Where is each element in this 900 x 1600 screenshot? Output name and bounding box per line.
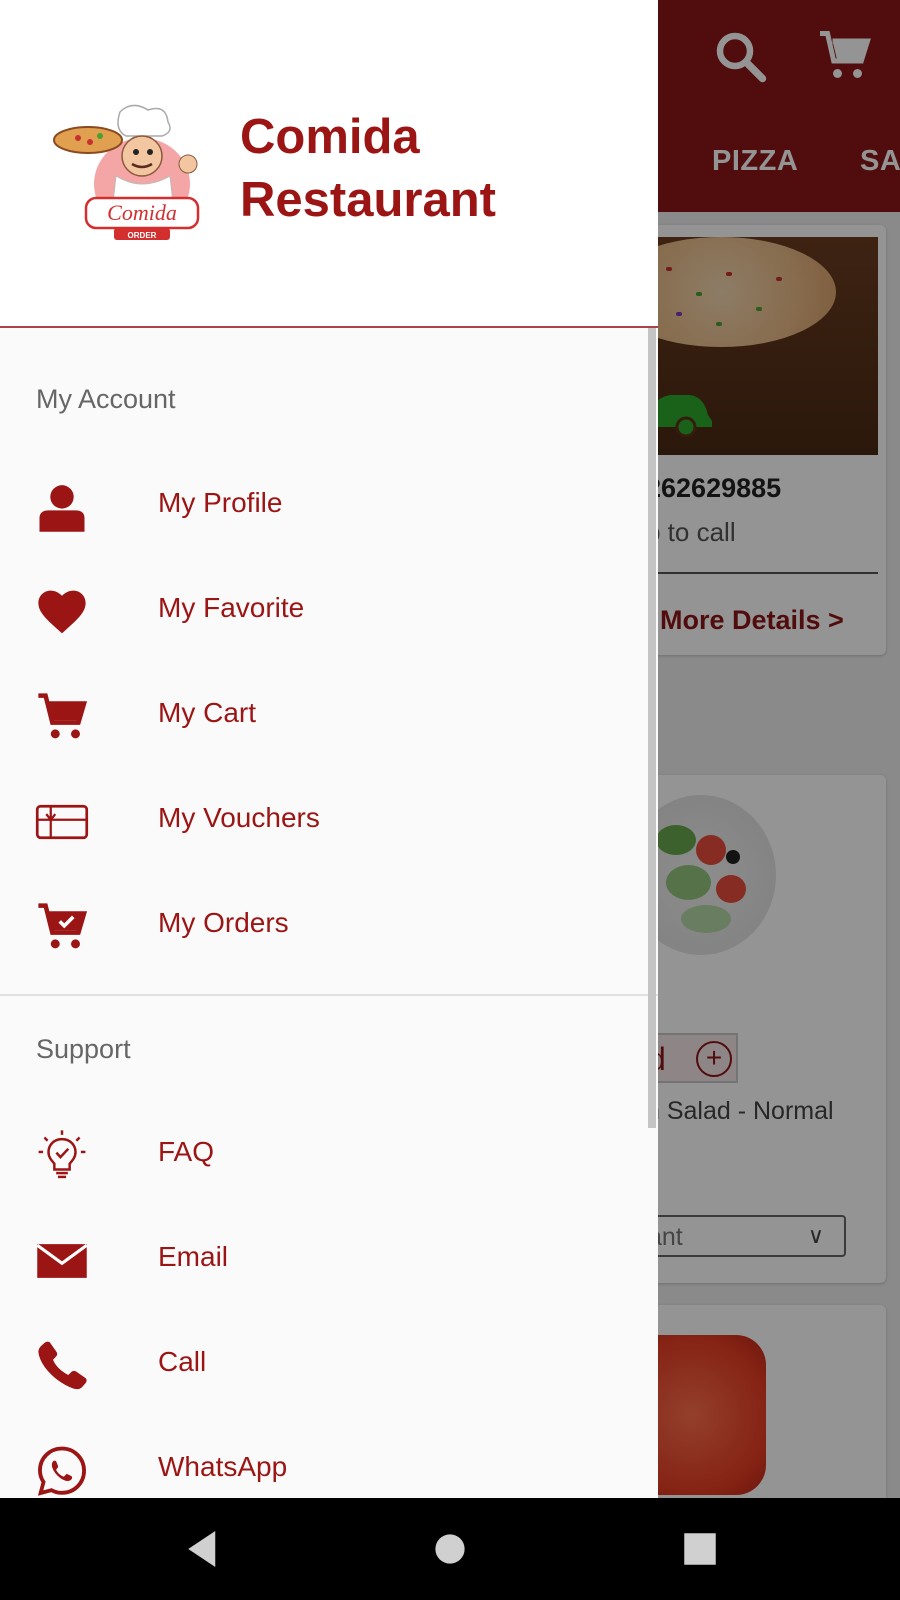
menu-item-label: FAQ bbox=[158, 1136, 215, 1167]
back-icon[interactable] bbox=[174, 1522, 234, 1576]
orders-icon bbox=[35, 900, 89, 954]
menu-item-label: My Vouchers bbox=[158, 802, 320, 833]
menu-item-whatsapp[interactable]: WhatsApp bbox=[0, 1422, 648, 1498]
voucher-icon bbox=[35, 795, 89, 849]
profile-icon bbox=[35, 480, 89, 534]
menu-item-my-orders[interactable]: My Orders bbox=[0, 878, 648, 974]
phone-icon bbox=[35, 1339, 89, 1393]
menu-item-label: My Orders bbox=[158, 907, 289, 938]
menu-item-my-favorite[interactable]: My Favorite bbox=[0, 563, 648, 659]
menu-item-label: My Favorite bbox=[158, 592, 305, 623]
drawer-scrollbar[interactable] bbox=[648, 328, 656, 1128]
menu-item-my-profile[interactable]: My Profile bbox=[0, 458, 648, 554]
my-account-section-label: My Account bbox=[36, 384, 176, 414]
lightbulb-icon bbox=[35, 1129, 89, 1183]
drawer-header: Comida ORDER Comida Restaurant bbox=[0, 0, 658, 328]
menu-item-email[interactable]: Email bbox=[0, 1212, 648, 1308]
heart-icon bbox=[35, 585, 89, 639]
email-icon bbox=[35, 1234, 89, 1288]
logo-text: Comida bbox=[107, 200, 177, 225]
restaurant-name: Comida Restaurant bbox=[240, 106, 496, 232]
restaurant-name-line1: Comida bbox=[240, 110, 420, 164]
home-icon[interactable] bbox=[420, 1522, 480, 1576]
whatsapp-icon bbox=[35, 1444, 89, 1498]
menu-item-label: My Cart bbox=[158, 697, 256, 728]
navigation-drawer: Comida ORDER Comida Restaurant My Accoun… bbox=[0, 0, 658, 1498]
menu-item-my-vouchers[interactable]: My Vouchers bbox=[0, 773, 648, 869]
system-navigation-bar bbox=[0, 1498, 900, 1600]
menu-item-label: Email bbox=[158, 1241, 229, 1272]
menu-item-label: WhatsApp bbox=[158, 1451, 288, 1482]
menu-item-my-cart[interactable]: My Cart bbox=[0, 668, 648, 764]
support-section-label: Support bbox=[36, 1034, 131, 1064]
menu-item-label: Call bbox=[158, 1346, 207, 1377]
cart-icon bbox=[35, 690, 89, 744]
restaurant-name-line2: Restaurant bbox=[240, 173, 496, 227]
section-divider bbox=[0, 994, 658, 996]
menu-item-call[interactable]: Call bbox=[0, 1317, 648, 1413]
recents-icon[interactable] bbox=[670, 1522, 730, 1576]
restaurant-logo: Comida ORDER bbox=[53, 104, 200, 240]
menu-item-faq[interactable]: FAQ bbox=[0, 1107, 648, 1203]
logo-subtext: ORDER bbox=[128, 231, 157, 240]
menu-item-label: My Profile bbox=[158, 487, 283, 518]
